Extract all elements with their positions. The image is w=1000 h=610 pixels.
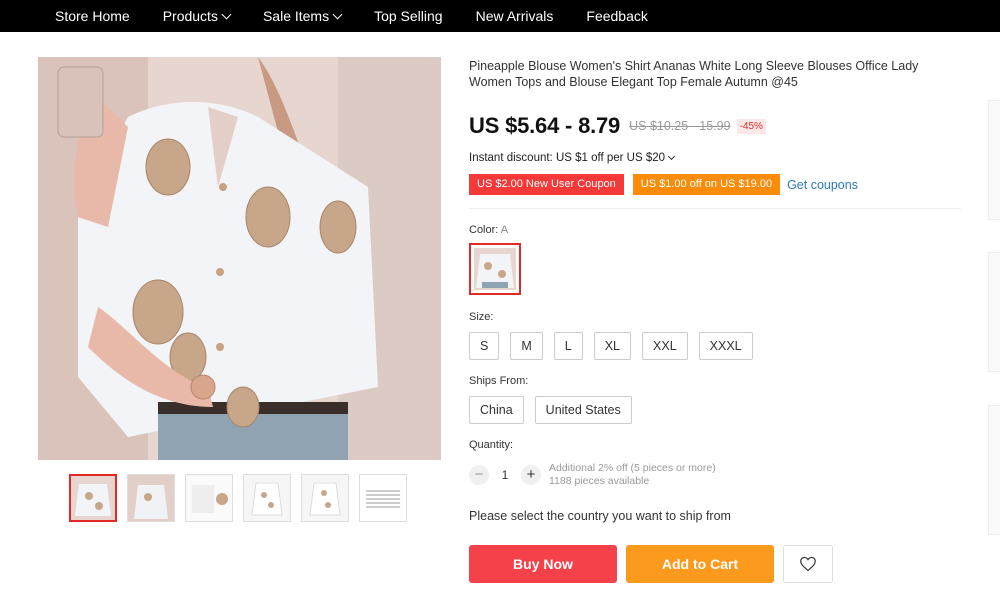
- thumbnail-2[interactable]: [127, 474, 175, 522]
- nav-top-selling[interactable]: Top Selling: [374, 8, 443, 24]
- nav-label: Sale Items: [262, 8, 330, 24]
- add-to-cart-button[interactable]: Add to Cart: [626, 545, 774, 583]
- size-option-l[interactable]: L: [553, 332, 583, 360]
- thumbnail-5[interactable]: [301, 474, 349, 522]
- ship-country-message: Please select the country you want to sh…: [469, 509, 731, 523]
- size-option-s[interactable]: S: [469, 332, 500, 360]
- quantity-label: Quantity:: [469, 439, 514, 451]
- size-option-xxl[interactable]: XXL: [642, 332, 688, 360]
- ships-from-united-states[interactable]: United States: [534, 396, 632, 424]
- get-coupons-link[interactable]: Get coupons: [787, 178, 858, 192]
- quantity-decrease-button[interactable]: −: [469, 465, 489, 485]
- nav-store-home[interactable]: Store Home: [55, 8, 130, 24]
- new-user-coupon[interactable]: US $2.00 New User Coupon: [469, 174, 624, 195]
- color-label: Color: A: [469, 224, 508, 236]
- chevron-down-icon: [221, 9, 232, 20]
- color-value: A: [500, 224, 509, 236]
- size-option-m[interactable]: M: [510, 332, 543, 360]
- nav-sale-items[interactable]: Sale Items: [262, 8, 343, 24]
- nav-label: Feedback: [586, 8, 648, 24]
- stock-available-text: 1188 pieces available: [549, 475, 650, 487]
- nav-label: New Arrivals: [475, 8, 554, 24]
- buy-now-button[interactable]: Buy Now: [469, 545, 617, 583]
- quantity-info: Additional 2% off (5 pieces or more) 118…: [549, 462, 716, 488]
- store-coupon[interactable]: US $1.00 off on US $19.00: [632, 174, 781, 195]
- side-recommendation-card[interactable]: [988, 405, 1000, 535]
- side-recommendation-card[interactable]: [988, 100, 1000, 220]
- size-option-xxxl[interactable]: XXXL: [698, 332, 753, 360]
- ships-from-label: Ships From:: [469, 375, 529, 387]
- top-navigation: Store Home Products Sale Items Top Selli…: [0, 0, 1000, 32]
- thumbnail-strip: [69, 474, 417, 522]
- instant-discount-text: Instant discount: US $1 off per US $20: [469, 152, 666, 164]
- original-price: US $10.25 - 15.99: [629, 119, 731, 133]
- side-recommendation-card[interactable]: [988, 252, 1000, 372]
- thumbnail-4[interactable]: [243, 474, 291, 522]
- color-label-text: Color:: [469, 224, 499, 236]
- wishlist-button[interactable]: [783, 545, 833, 583]
- nav-feedback[interactable]: Feedback: [586, 8, 647, 24]
- product-title: Pineapple Blouse Women's Shirt Ananas Wh…: [469, 59, 919, 89]
- nav-products[interactable]: Products: [162, 8, 232, 24]
- ships-from-china[interactable]: China: [469, 396, 524, 424]
- quantity-stepper: − 1 + Additional 2% off (5 pieces or mor…: [469, 462, 716, 488]
- product-main-image[interactable]: [38, 57, 441, 460]
- color-option-a[interactable]: [469, 243, 521, 295]
- bulk-discount-text: Additional 2% off (5 pieces or more): [549, 462, 716, 474]
- quantity-increase-button[interactable]: +: [521, 465, 541, 485]
- heart-icon: [800, 556, 816, 572]
- chevron-down-icon: [332, 9, 343, 20]
- nav-label: Products: [162, 8, 218, 24]
- thumbnail-6[interactable]: [359, 474, 407, 522]
- thumbnail-3[interactable]: [185, 474, 233, 522]
- color-swatch-image: [474, 248, 516, 290]
- divider: [469, 208, 961, 209]
- size-options: S M L XL XXL XXXL: [469, 332, 764, 360]
- blouse-illustration: [38, 57, 441, 460]
- ships-from-options: China United States: [469, 396, 643, 424]
- current-price: US $5.64 - 8.79: [469, 113, 621, 138]
- nav-label: Store Home: [55, 8, 130, 24]
- size-option-xl[interactable]: XL: [593, 332, 632, 360]
- price-row: US $5.64 - 8.79 US $10.25 - 15.99 -45%: [469, 113, 766, 139]
- instant-discount[interactable]: Instant discount: US $1 off per US $20: [469, 152, 676, 164]
- nav-label: Top Selling: [374, 8, 443, 24]
- coupon-row: US $2.00 New User Coupon US $1.00 off on…: [469, 174, 858, 195]
- size-label: Size:: [469, 311, 494, 323]
- nav-new-arrivals[interactable]: New Arrivals: [476, 8, 554, 24]
- thumbnail-1[interactable]: [69, 474, 117, 522]
- quantity-input[interactable]: 1: [489, 468, 521, 482]
- discount-badge: -45%: [736, 118, 766, 134]
- chevron-down-icon: [668, 152, 676, 161]
